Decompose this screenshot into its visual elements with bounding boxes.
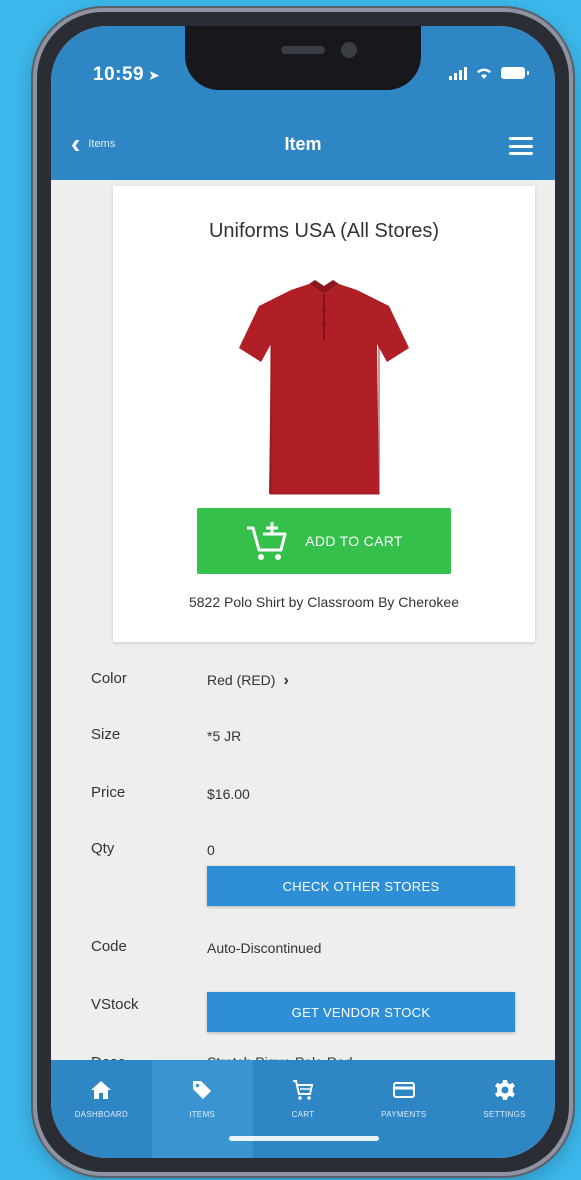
tab-cart-label: CART: [291, 1110, 315, 1119]
tab-dashboard-label: DASHBOARD: [74, 1110, 129, 1119]
store-name: Uniforms USA (All Stores): [208, 220, 440, 242]
chevron-right-icon: ›: [283, 672, 289, 689]
status-bar: 10:59 ➤: [51, 26, 555, 112]
speaker-grille: [281, 46, 325, 54]
tab-items-label: ITEMS: [189, 1110, 216, 1119]
product-image: [239, 280, 409, 495]
hamburger-menu-icon[interactable]: [509, 137, 533, 155]
size-label: Size: [91, 726, 121, 743]
home-indicator[interactable]: [229, 1136, 379, 1141]
add-to-cart-label: ADD TO CART: [305, 533, 403, 549]
code-label: Code: [91, 938, 127, 955]
color-value[interactable]: Red (RED) ›: [207, 672, 289, 690]
tab-payments[interactable]: PAYMENTS: [353, 1060, 454, 1158]
phone-frame: 10:59 ➤ ‹ Items Item Uniforms USA (All S…: [33, 8, 573, 1176]
tab-settings[interactable]: SETTINGS: [454, 1060, 555, 1158]
signal-icon: [449, 66, 467, 80]
item-detail-content: Uniforms USA (All Stores) ADD TO CART 58…: [51, 180, 555, 1071]
device-notch: [185, 26, 421, 90]
battery-icon: [501, 67, 529, 79]
cart-plus-icon: [245, 520, 289, 562]
tab-payments-label: PAYMENTS: [381, 1110, 427, 1119]
price-label: Price: [91, 784, 126, 801]
location-arrow-icon: ➤: [148, 67, 161, 83]
nav-bar: ‹ Items Item: [51, 112, 555, 180]
tab-dashboard[interactable]: DASHBOARD: [51, 1060, 152, 1158]
product-card: Uniforms USA (All Stores) ADD TO CART 58…: [113, 186, 535, 642]
size-value: *5 JR: [207, 728, 242, 744]
tab-cart[interactable]: CART: [253, 1060, 354, 1158]
qty-value: 0: [207, 842, 215, 858]
color-value-text: Red (RED): [207, 672, 276, 688]
status-time-text: 10:59: [93, 64, 145, 85]
add-to-cart-button[interactable]: ADD TO CART: [197, 508, 451, 574]
tag-icon: [193, 1081, 212, 1099]
home-icon: [91, 1081, 112, 1099]
tab-settings-label: SETTINGS: [483, 1110, 526, 1119]
status-time: 10:59 ➤: [93, 64, 160, 86]
cart-icon: [292, 1080, 314, 1100]
card-icon: [392, 1082, 415, 1098]
code-value: Auto-Discontinued: [207, 940, 322, 956]
status-icons: [449, 66, 529, 80]
wifi-icon: [475, 66, 493, 80]
price-value: $16.00: [207, 786, 250, 802]
app-screen: 10:59 ➤ ‹ Items Item Uniforms USA (All S…: [51, 26, 555, 1158]
tab-items[interactable]: ITEMS: [151, 1060, 253, 1158]
qty-label: Qty: [91, 840, 115, 857]
color-label: Color: [91, 670, 127, 687]
front-camera: [341, 42, 357, 58]
vstock-label: VStock: [91, 996, 139, 1013]
bottom-tab-bar: DASHBOARD ITEMS CART PAYMENTS SETTINGS: [51, 1060, 555, 1158]
check-other-stores-button[interactable]: CHECK OTHER STORES: [207, 866, 515, 906]
gear-icon: [494, 1080, 515, 1100]
get-vendor-stock-button[interactable]: GET VENDOR STOCK: [207, 992, 515, 1032]
page-title: Item: [284, 134, 322, 154]
product-description: 5822 Polo Shirt by Classroom By Cherokee: [188, 594, 460, 610]
